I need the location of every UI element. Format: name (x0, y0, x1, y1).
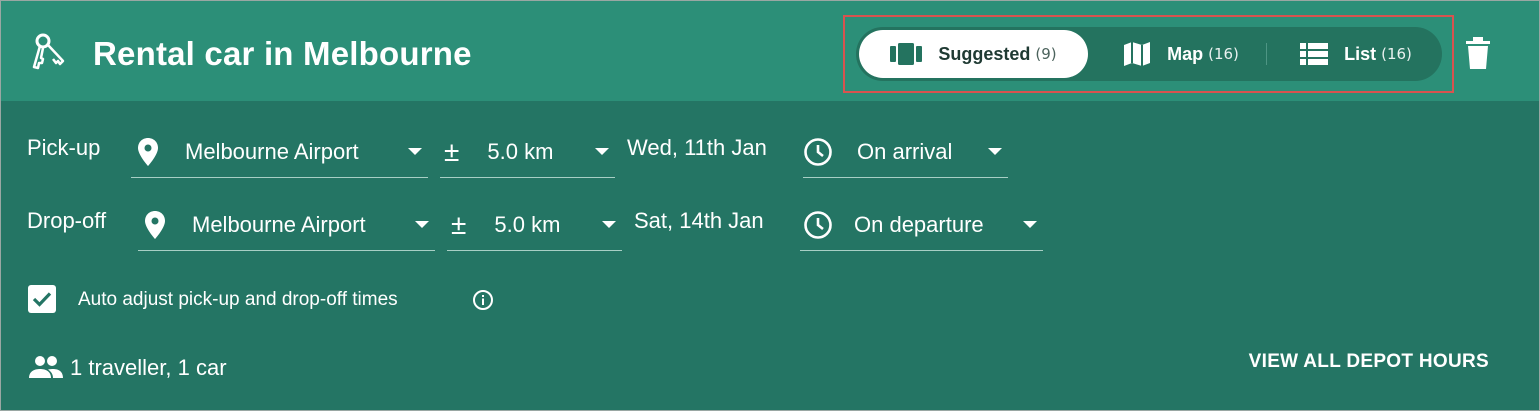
tab-divider (1266, 43, 1267, 65)
plus-minus-icon: ± (444, 136, 460, 167)
auto-adjust-label: Auto adjust pick-up and drop-off times (78, 289, 398, 310)
rental-car-card: Rental car in Melbourne Suggested (9) Ma… (0, 0, 1540, 411)
location-pin-icon (145, 211, 165, 239)
view-toggle: Suggested (9) Map (16) List (16) (856, 27, 1442, 81)
chevron-down-icon (595, 148, 609, 155)
pickup-location-select[interactable]: Melbourne Airport (131, 127, 428, 178)
dropoff-label: Drop-off (27, 208, 107, 233)
chevron-down-icon (1023, 221, 1037, 228)
tab-list[interactable]: List (16) (1281, 30, 1431, 78)
auto-adjust-checkbox[interactable] (28, 285, 56, 313)
card-header: Rental car in Melbourne Suggested (9) Ma… (1, 1, 1539, 101)
page-title: Rental car in Melbourne (93, 35, 472, 72)
tab-list-label: List (1344, 43, 1377, 64)
info-icon[interactable] (472, 289, 494, 311)
pickup-radius-select[interactable]: ± 5.0 km (440, 127, 615, 178)
pickup-label: Pick-up (27, 135, 101, 160)
clock-icon (804, 138, 832, 166)
people-icon (29, 356, 63, 378)
list-icon (1300, 43, 1329, 65)
tab-map[interactable]: Map (16) (1106, 30, 1256, 78)
pickup-location-value: Melbourne Airport (185, 139, 359, 164)
car-keys-icon (32, 33, 65, 70)
plus-minus-icon: ± (451, 209, 467, 240)
map-icon (1124, 42, 1151, 66)
pickup-date[interactable]: Wed, 11th Jan (627, 134, 767, 162)
dropoff-time-select[interactable]: On departure (800, 200, 1043, 251)
dropoff-time-value: On departure (854, 212, 984, 237)
tab-map-label: Map (1167, 43, 1204, 64)
trash-icon[interactable] (1465, 37, 1491, 69)
travellers-summary[interactable]: 1 traveller, 1 car (70, 354, 227, 382)
checkmark-icon (32, 292, 52, 307)
pickup-time-value: On arrival (857, 139, 953, 164)
dropoff-location-value: Melbourne Airport (192, 212, 366, 237)
tab-suggested[interactable]: Suggested (9) (859, 30, 1088, 78)
chevron-down-icon (602, 221, 616, 228)
pickup-time-select[interactable]: On arrival (803, 127, 1008, 178)
clock-icon (804, 211, 832, 239)
dropoff-radius-value: 5.0 km (494, 212, 561, 237)
chevron-down-icon (988, 148, 1002, 155)
cards-icon (890, 43, 923, 65)
view-depot-hours-link[interactable]: VIEW ALL DEPOT HOURS (1249, 350, 1489, 374)
chevron-down-icon (408, 148, 422, 155)
tab-list-count: (16) (1381, 45, 1412, 63)
dropoff-radius-select[interactable]: ± 5.0 km (447, 200, 622, 251)
tab-suggested-label: Suggested (938, 43, 1031, 64)
tab-suggested-count: (9) (1035, 45, 1057, 63)
pickup-radius-value: 5.0 km (487, 139, 554, 164)
dropoff-date[interactable]: Sat, 14th Jan (634, 207, 764, 235)
tab-map-count: (16) (1208, 45, 1239, 63)
location-pin-icon (138, 138, 158, 166)
dropoff-location-select[interactable]: Melbourne Airport (138, 200, 435, 251)
chevron-down-icon (415, 221, 429, 228)
